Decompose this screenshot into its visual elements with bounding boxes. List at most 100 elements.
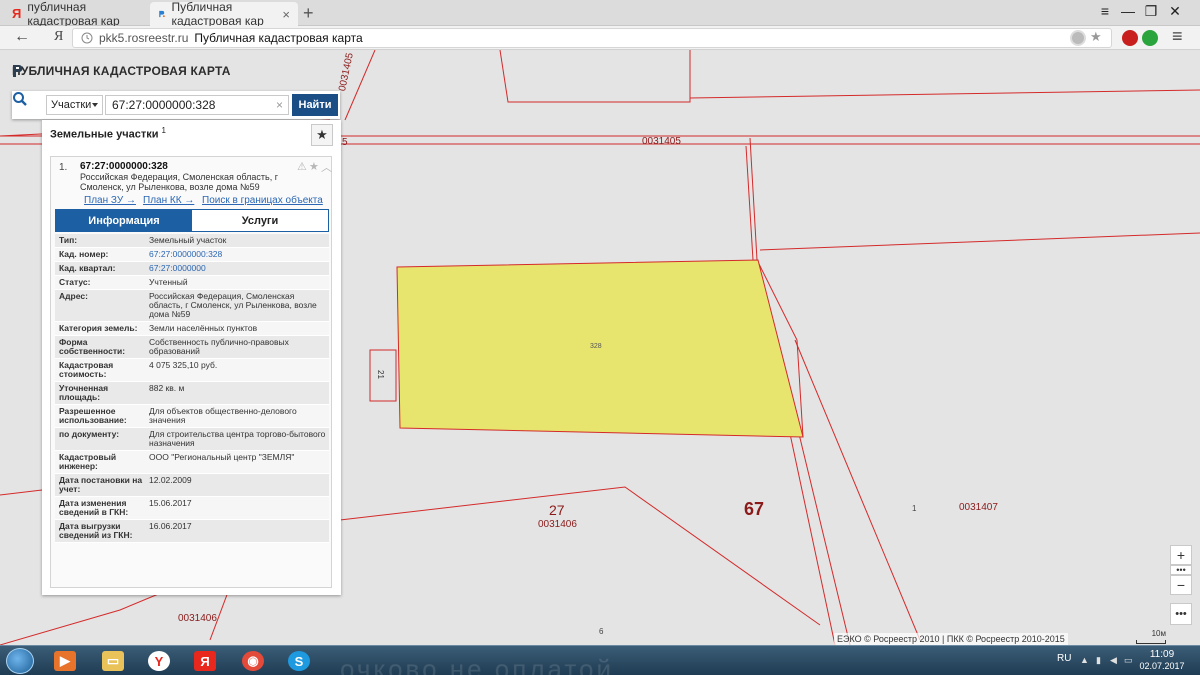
item-cadastral-number[interactable]: 67:27:0000000:328 [80, 161, 168, 172]
skype-icon[interactable]: S [282, 649, 316, 673]
more-options-button[interactable]: ••• [1170, 603, 1192, 625]
minimize-icon[interactable]: — [1118, 3, 1138, 19]
property-key: Кадастровый инженер: [59, 452, 117, 471]
clear-icon[interactable]: × [276, 98, 283, 112]
screenshot-app-icon[interactable]: ◉ [236, 649, 270, 673]
clock-time[interactable]: 11:09 [1137, 649, 1187, 660]
app-title-text: ПУБЛИЧНАЯ КАДАСТРОВАЯ КАРТА [12, 64, 231, 78]
search-input[interactable] [105, 95, 289, 115]
property-row: Форма собственности: Собственность публич… [55, 336, 329, 359]
item-index: 1. [59, 162, 68, 173]
property-row: Уточненная площадь: 882 кв. м [55, 382, 329, 405]
explorer-icon[interactable]: ▭ [96, 649, 130, 673]
property-value: Учтенный [149, 277, 188, 287]
tab-information[interactable]: Информация [56, 210, 192, 231]
results-header-text: Земельные участки [50, 128, 159, 141]
zoom-slider[interactable]: ••• [1170, 565, 1192, 575]
object-type-select[interactable]: Участки [46, 95, 103, 115]
property-key: Уточненная площадь: [59, 383, 109, 402]
back-arrow-icon[interactable]: ← [14, 28, 30, 46]
property-value: ООО "Региональный центр "ЗЕМЛЯ" [149, 452, 295, 462]
property-row: Адрес: Российская Федерация, Смоленская о… [55, 290, 329, 322]
results-count: 1 [161, 126, 166, 135]
favorite-star-button[interactable]: ★ [311, 124, 333, 146]
browser-tab-2[interactable]: Публичная кадастровая кар × [150, 0, 298, 28]
quarter-boundary [499, 50, 691, 103]
property-key: Тип: [59, 235, 78, 245]
property-row: Статус: Учтенный [55, 276, 329, 290]
restore-icon[interactable]: ❐ [1141, 3, 1161, 20]
scale-bar [1136, 640, 1166, 644]
property-value: Российская Федерация, Смоленская область… [149, 291, 317, 319]
browser-menu-icon[interactable]: ≡ [1095, 3, 1115, 19]
tab-label: публичная кадастровая кар [27, 0, 120, 28]
tray-arrow-icon[interactable]: ▲ [1080, 655, 1089, 665]
close-window-icon[interactable]: ✕ [1165, 3, 1185, 20]
property-row: Кад. номер: 67:27:0000000:328 [55, 248, 329, 262]
warning-icon[interactable]: ⚠ [297, 160, 307, 173]
results-header: Земельные участки 1 [50, 126, 166, 141]
find-button[interactable]: Найти [292, 94, 338, 116]
chevron-down-icon [92, 103, 98, 107]
yandex-browser-icon[interactable]: Y [142, 649, 176, 673]
property-row: Кадастровый инженер: ООО "Региональный це… [55, 451, 329, 474]
info-tabs: Информация Услуги [55, 209, 329, 232]
item-address: Российская Федерация, Смоленская область… [80, 172, 278, 192]
media-player-icon[interactable]: ▶ [48, 649, 82, 673]
language-indicator[interactable]: RU [1057, 653, 1071, 664]
tab-services[interactable]: Услуги [192, 210, 328, 231]
downloads-menu-icon[interactable]: ≡ [1172, 26, 1183, 47]
zoom-out-button[interactable]: − [1170, 575, 1192, 595]
quarter-label: 0031407 [959, 502, 998, 513]
quarter-boundary [759, 232, 1200, 251]
new-tab-button[interactable]: + [303, 3, 314, 24]
district-label: 67 [744, 499, 765, 519]
url-title: Публичная кадастровая карта [194, 31, 363, 45]
windows-start-button[interactable] [6, 648, 34, 674]
url-field[interactable]: pkk5.rosreestr.ru Публичная кадастровая … [72, 28, 1112, 48]
property-value[interactable]: 67:27:0000000 [146, 262, 329, 275]
zoom-in-button[interactable]: + [1170, 545, 1192, 565]
property-key: Адрес: [59, 291, 88, 301]
plan-zu-link[interactable]: План ЗУ → [84, 195, 136, 206]
property-row: Кад. квартал: 67:27:0000000 [55, 262, 329, 276]
quarter-label: 0031406 [538, 519, 577, 530]
map-area[interactable]: 0031405 5 0031405 328 21 27 0031406 67 1… [0, 50, 1200, 645]
property-key: Дата изменения сведений в ГКН: [59, 498, 129, 517]
chevron-up-icon[interactable]: ︿ [321, 159, 332, 175]
battery-icon[interactable]: ▭ [1124, 655, 1133, 666]
property-value[interactable]: 67:27:0000000:328 [146, 248, 329, 261]
quarter-boundary [0, 489, 43, 496]
parcel-label: 328 [590, 343, 602, 350]
scale-label: 10м [1151, 629, 1166, 638]
yandex-app-icon[interactable]: Я [188, 649, 222, 673]
quarter-label: 0031406 [178, 613, 217, 624]
browser-tabbar: Я публичная кадастровая кар Публичная ка… [0, 0, 1200, 28]
network-icon[interactable]: ▮ [1096, 655, 1101, 666]
protect-icon[interactable] [1070, 30, 1086, 46]
property-value: Для объектов общественно-делового значен… [149, 406, 297, 425]
property-row: Дата постановки на учет: 12.02.2009 [55, 474, 329, 497]
plan-kk-link[interactable]: План КК → [143, 195, 194, 206]
background-text: очково не оплатой [340, 654, 615, 675]
property-key: Статус: [59, 277, 91, 287]
clock-date[interactable]: 02.07.2017 [1137, 661, 1187, 671]
yandex-home-icon[interactable]: Я [54, 29, 63, 45]
bookmark-star-icon[interactable]: ★ [1090, 29, 1106, 45]
tab-label: Публичная кадастровая кар [171, 0, 264, 28]
star-icon[interactable]: ★ [309, 160, 319, 173]
property-row: Разрешенное использование: Для объектов о… [55, 405, 329, 428]
volume-icon[interactable]: ◀ [1110, 655, 1117, 666]
adblock-icon[interactable] [1122, 30, 1138, 46]
search-icon[interactable] [12, 91, 28, 107]
property-value: 16.06.2017 [149, 521, 192, 531]
property-key: по документу: [59, 429, 120, 439]
close-tab-icon[interactable]: × [282, 7, 290, 22]
property-value: 12.02.2009 [149, 475, 192, 485]
property-value: Для строительства центра торгово-бытовог… [149, 429, 326, 448]
browser-tab-1[interactable]: Я публичная кадастровая кар [4, 0, 146, 28]
number-label: 27 [549, 502, 565, 518]
property-key: Категория земель: [59, 323, 138, 333]
pkk-logo-icon [13, 65, 23, 77]
check-icon[interactable] [1142, 30, 1158, 46]
